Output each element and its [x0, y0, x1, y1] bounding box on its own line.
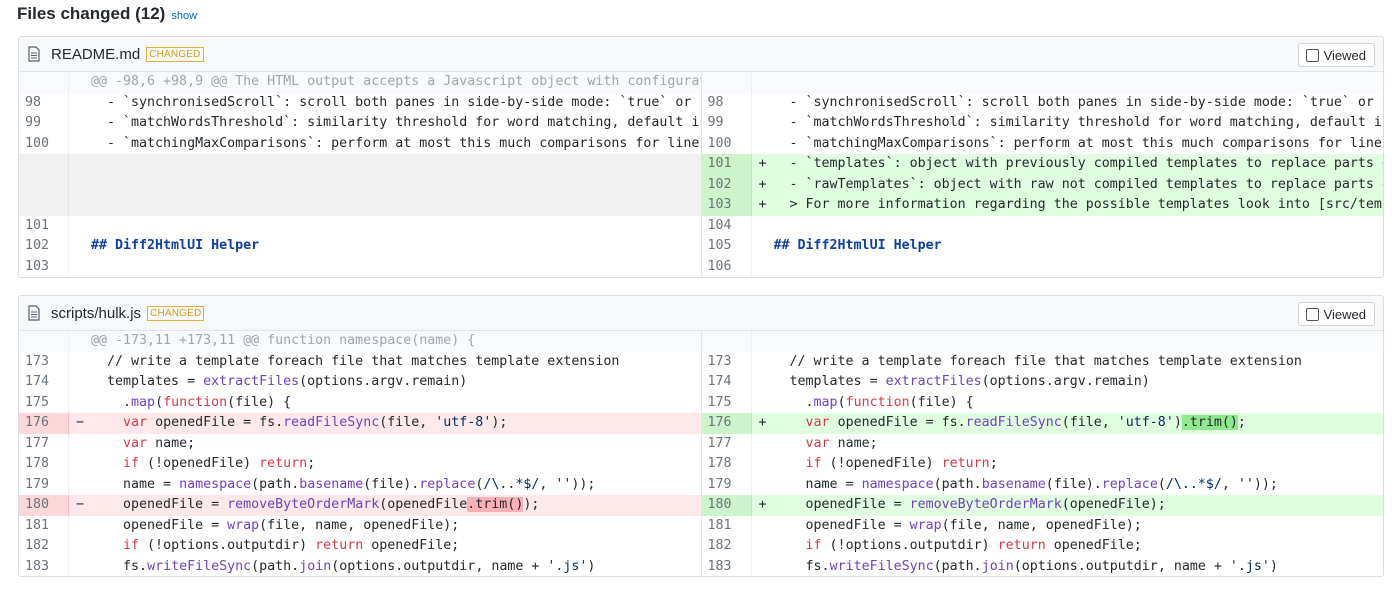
diff-line: 183 fs.writeFileSync(path.join(options.o… [702, 556, 1384, 576]
diff-line: 181 openedFile = wrap(file, name, opened… [19, 515, 701, 536]
file-name[interactable]: README.md [51, 46, 140, 63]
left-pane: @@ -98,6 +98,9 @@ The HTML output accept… [19, 72, 702, 277]
diff-line: 102 ## Diff2HtmlUI Helper [19, 236, 701, 257]
empty-line [19, 174, 701, 195]
viewed-toggle[interactable]: Viewed [1297, 302, 1375, 326]
viewed-label: Viewed [1323, 306, 1366, 322]
empty-line [19, 154, 701, 175]
diff-line: 183 fs.writeFileSync(path.join(options.o… [19, 556, 701, 576]
removed-token: .trim() [467, 497, 524, 512]
viewed-checkbox[interactable] [1305, 307, 1319, 321]
file-header: README.md CHANGED Viewed [19, 37, 1383, 72]
diff-line: 179 name = namespace(path.basename(file)… [702, 474, 1384, 495]
added-token: .trim() [1181, 415, 1238, 430]
added-line: 101 + - `templates`: object with previous… [701, 154, 1383, 175]
file-name[interactable]: scripts/hulk.js [51, 305, 141, 322]
files-changed-header: Files changed (12) show [17, 4, 197, 28]
file-icon [28, 305, 40, 321]
diff-line: 98 - `synchronisedScroll`: scroll both p… [702, 92, 1383, 113]
left-pane: @@ -173,11 +173,11 @@ function namespace… [19, 331, 702, 576]
show-link[interactable]: show [171, 10, 197, 22]
diff-line: 104 [702, 215, 1384, 236]
diff-line: 103 [19, 256, 701, 277]
added-line: 176 + var openedFile = fs.readFileSync(fi… [701, 413, 1383, 434]
added-line: 180 + openedFile = removeByteOrderMark(op… [701, 495, 1383, 516]
diff-line: 182 if (!options.outputdir) return opene… [19, 536, 701, 557]
diff-line: 179 name = namespace(path.basename(file)… [19, 474, 701, 495]
right-pane: 98 - `synchronisedScroll`: scroll both p… [701, 72, 1384, 277]
diff-line: 106 [702, 256, 1384, 277]
diff-line: 100 - `matchingMaxComparisons`: perform … [702, 133, 1384, 154]
file-diff-hulk: scripts/hulk.js CHANGED Viewed @@ -173,1… [18, 295, 1384, 577]
diff-line: 177 var name; [19, 433, 701, 454]
hunk-header: @@ -98,6 +98,9 @@ The HTML output accept… [19, 72, 701, 93]
diff-line: 175 .map(function(file) { [702, 392, 1384, 413]
viewed-toggle[interactable]: Viewed [1297, 43, 1375, 67]
diff-line: 99 - `matchWordsThreshold`: similarity t… [19, 113, 701, 134]
added-line: 102 + - `rawTemplates`: object with raw n… [701, 174, 1383, 195]
diff-line: 173 // write a template foreach file tha… [19, 351, 701, 372]
diff-line: 175 .map(function(file) { [19, 392, 701, 413]
diff-line: 182 if (!options.outputdir) return opene… [702, 536, 1384, 557]
diff-line: 98 - `synchronisedScroll`: scroll both p… [19, 92, 701, 113]
diff-line: 100 - `matchingMaxComparisons`: perform … [19, 133, 701, 154]
deleted-line: 176− var openedFile = fs.readFileSync(fi… [19, 413, 701, 434]
diff-line: 177 var name; [702, 433, 1384, 454]
status-badge: CHANGED [146, 46, 204, 62]
right-pane: 173 // write a template foreach file tha… [701, 331, 1384, 576]
diff-line: 178 if (!openedFile) return; [19, 454, 701, 475]
diff-line: 178 if (!openedFile) return; [702, 454, 1384, 475]
file-icon [28, 46, 40, 62]
file-header: scripts/hulk.js CHANGED Viewed [19, 296, 1383, 331]
diff-line: 174 templates = extractFiles(options.arg… [19, 372, 701, 393]
viewed-checkbox[interactable] [1305, 48, 1319, 62]
hunk-header [701, 72, 1383, 93]
diff-line: 99 - `matchWordsThreshold`: similarity t… [702, 113, 1383, 134]
file-diff-readme: README.md CHANGED Viewed @@ -98,6 +98,9 … [18, 36, 1384, 278]
files-changed-title: Files changed (12) [17, 4, 166, 23]
added-line: 103 + > For more information regarding th… [701, 195, 1383, 216]
hunk-header [701, 331, 1383, 352]
hunk-header: @@ -173,11 +173,11 @@ function namespace… [19, 331, 701, 352]
empty-line [19, 195, 701, 216]
diff-line: 105 ## Diff2HtmlUI Helper [702, 236, 1384, 257]
diff-line: 174 templates = extractFiles(options.arg… [702, 372, 1384, 393]
viewed-label: Viewed [1323, 47, 1366, 63]
status-badge: CHANGED [147, 305, 205, 321]
deleted-line: 180− openedFile = removeByteOrderMark(op… [19, 495, 701, 516]
diff-line: 101 [19, 215, 701, 236]
diff-line: 181 openedFile = wrap(file, name, opened… [702, 515, 1384, 536]
diff-line: 173 // write a template foreach file tha… [702, 351, 1384, 372]
